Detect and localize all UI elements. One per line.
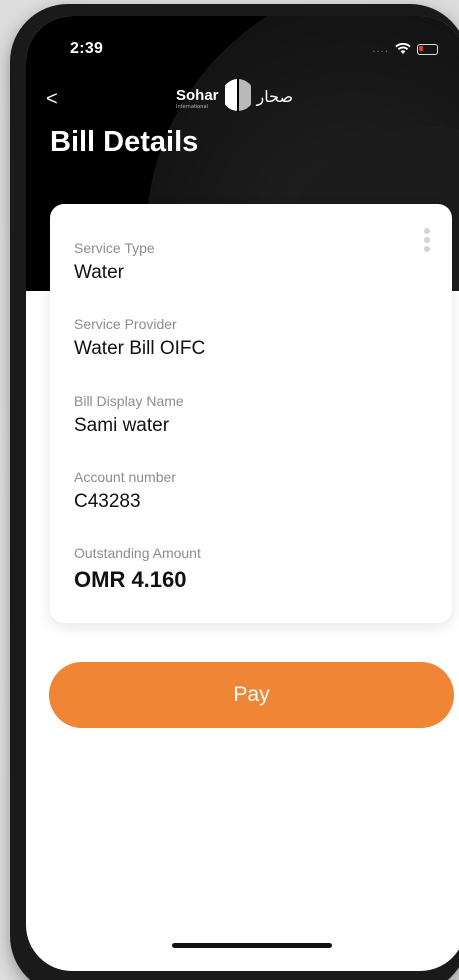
logo-english: Sohar International [176,85,219,110]
kebab-menu-icon[interactable] [424,228,430,252]
logo-text-en: Sohar [176,86,219,104]
service-provider-field: Service Provider Water Bill OIFC [74,316,205,360]
field-value: C43283 [74,491,141,512]
account-number-field: Account number C43283 [74,469,176,513]
field-label: Account number [74,469,176,485]
screenshot-stage: 2:39 .... < Sohar International صحار Bil… [0,0,459,980]
pay-button[interactable]: Pay [49,662,454,728]
logo-mark-icon [221,78,254,116]
field-value: Water Bill OIFC [74,338,206,359]
logo-text-ar: صحار [256,87,294,106]
back-button[interactable]: < [46,88,58,111]
bill-display-name-field: Bill Display Name Sami water [74,393,184,437]
field-label: Service Type [74,240,155,256]
field-value: Water [74,262,124,283]
outstanding-amount-field: Outstanding Amount OMR 4.160 [74,545,201,593]
outstanding-amount-value: OMR 4.160 [74,567,187,592]
page-title: Bill Details [50,126,199,158]
field-label: Service Provider [74,316,177,332]
phone-frame: 2:39 .... < Sohar International صحار Bil… [10,4,459,980]
home-indicator[interactable] [172,943,332,948]
field-label: Bill Display Name [74,393,184,409]
signal-icon: .... [372,44,389,55]
service-type-field: Service Type Water [74,240,155,284]
field-value: Sami water [74,415,170,436]
battery-low-icon [417,44,438,55]
logo-text-en-sub: International [176,103,208,110]
app-screen: 2:39 .... < Sohar International صحار Bil… [26,16,459,971]
sohar-logo: Sohar International صحار [176,78,293,116]
bill-details-card: Service Type Water Service Provider Wate… [50,204,452,623]
field-label: Outstanding Amount [74,545,201,561]
status-icons: .... [372,40,438,59]
wifi-icon [395,40,411,59]
status-time: 2:39 [70,40,104,57]
